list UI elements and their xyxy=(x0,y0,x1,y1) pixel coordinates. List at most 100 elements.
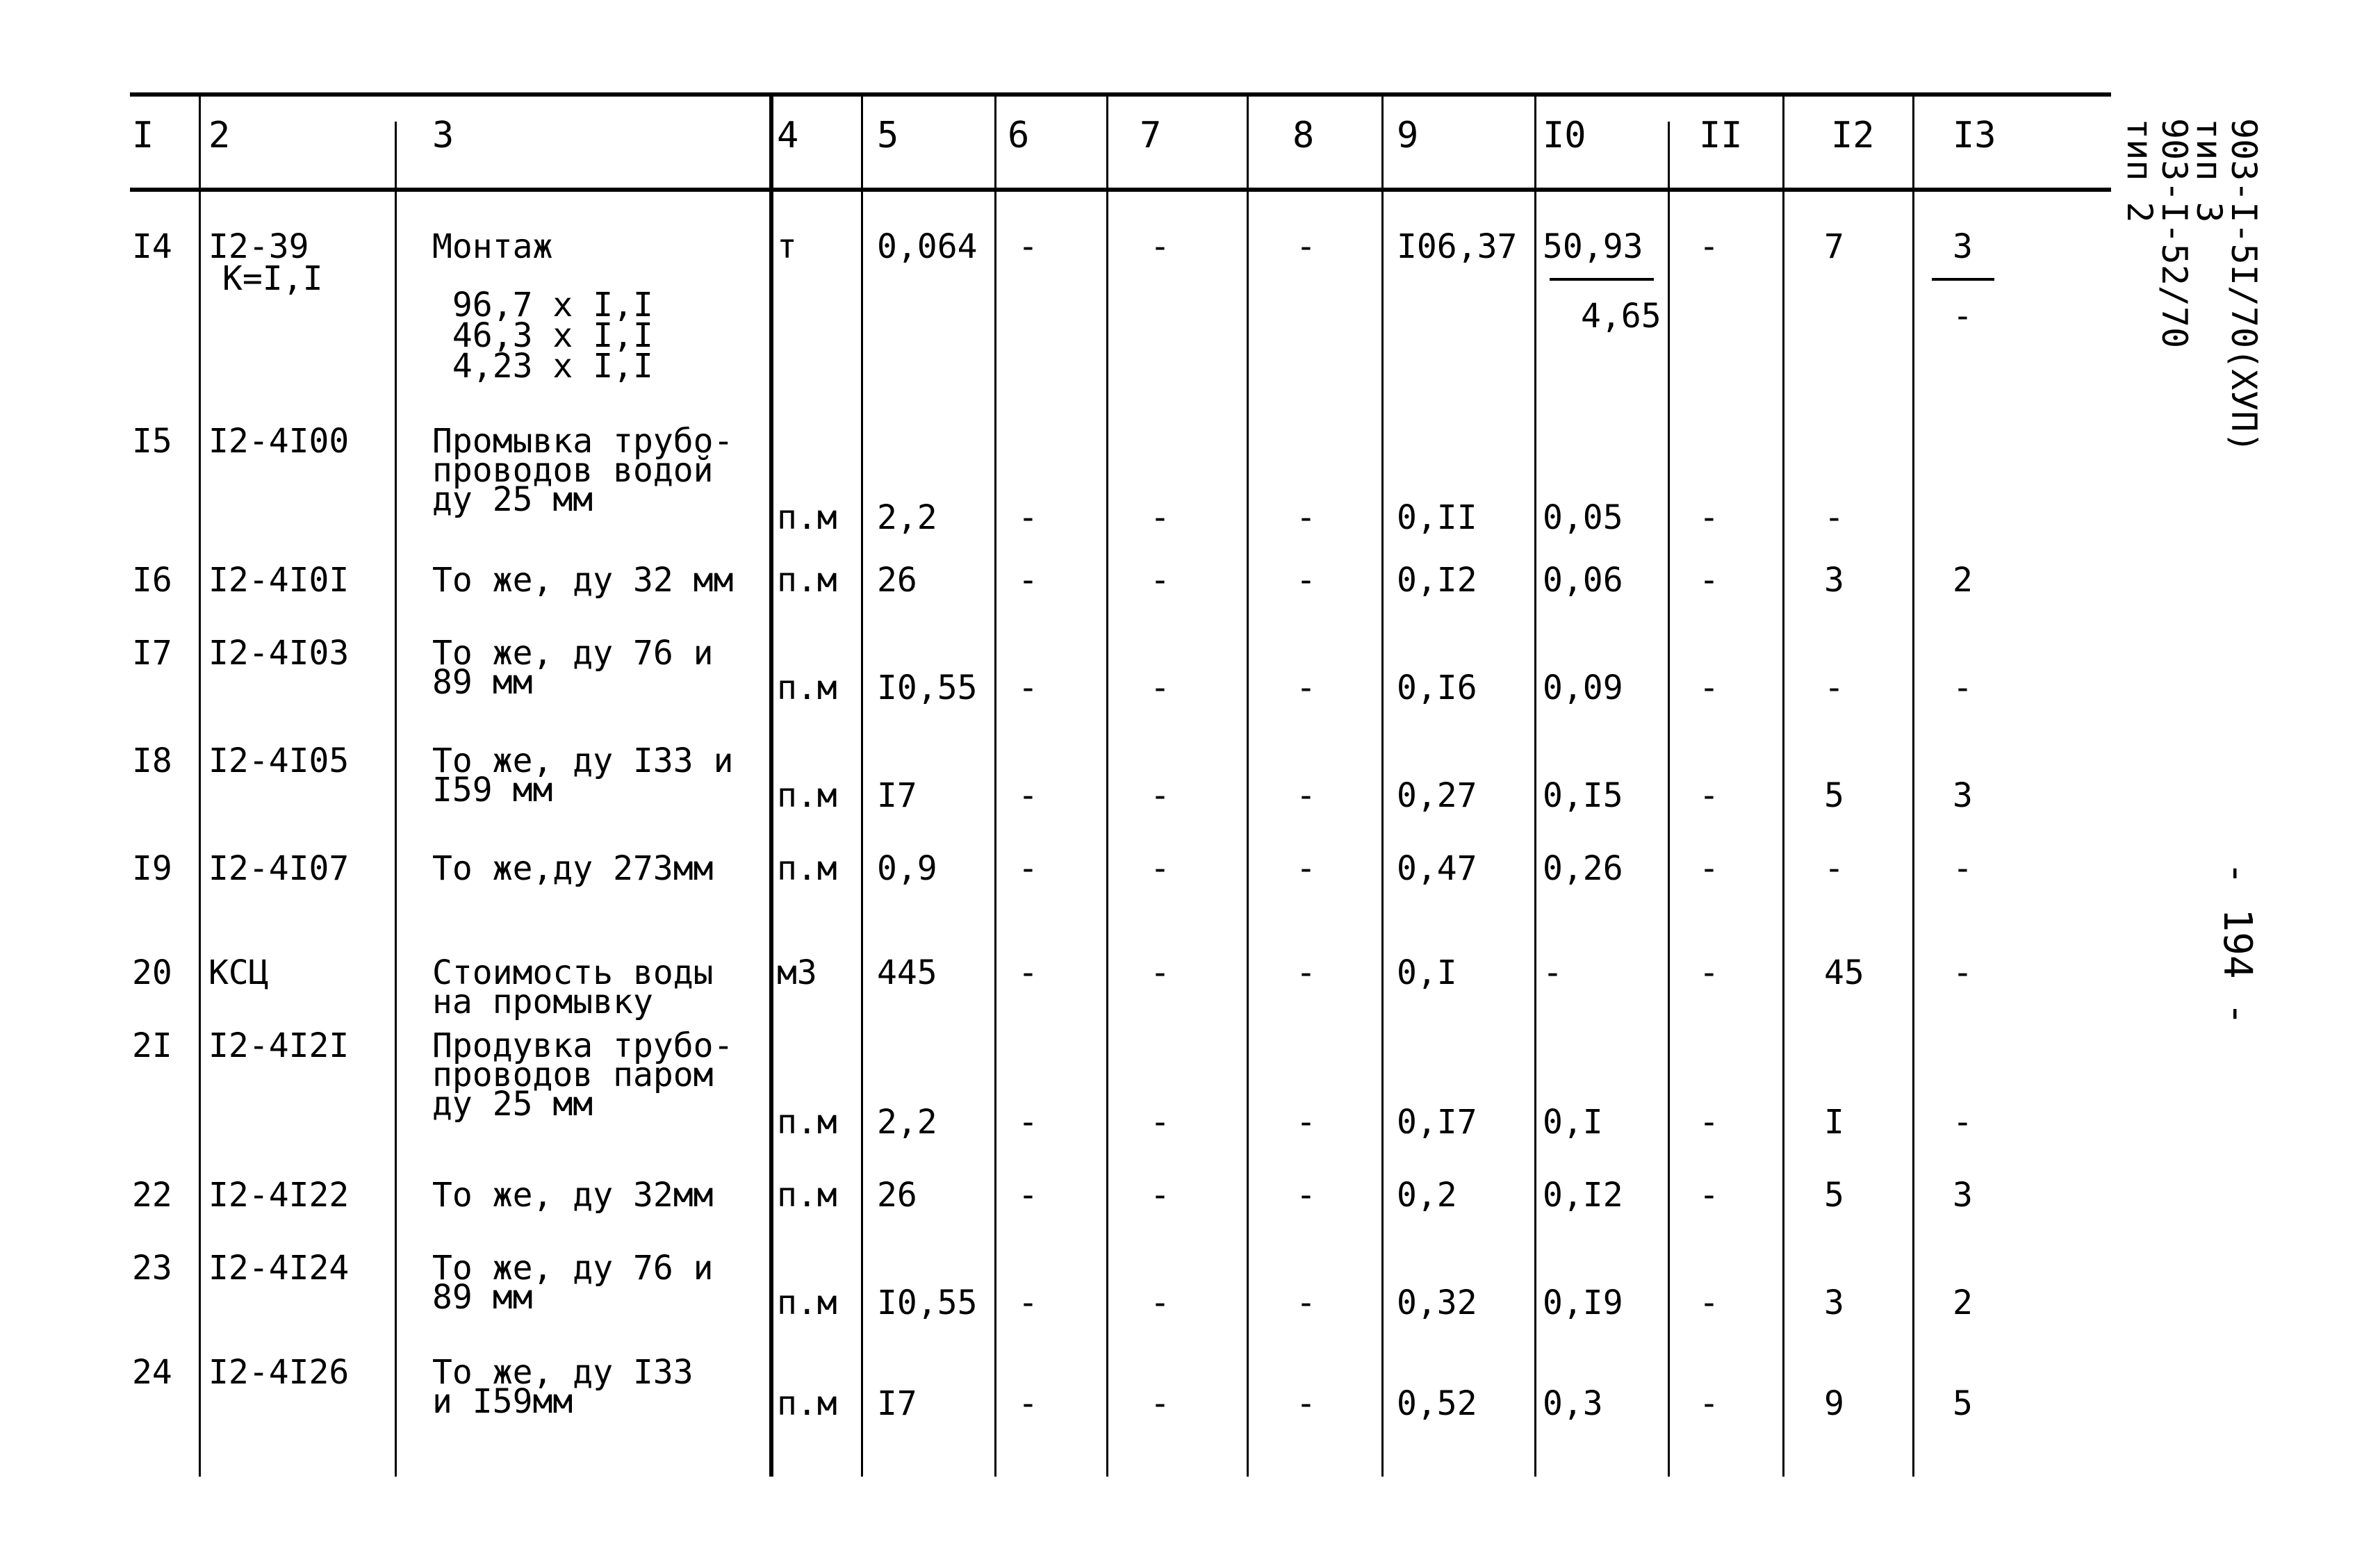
col7-value: - xyxy=(1150,1176,1170,1215)
col12-value: 3 xyxy=(1824,561,1844,600)
col13-value: 3 xyxy=(1953,776,1973,815)
col6-value: - xyxy=(1018,1103,1038,1142)
row-number: I7 xyxy=(132,634,172,673)
rate-code: I2-4I07 xyxy=(208,849,350,888)
col13-value-secondary: - xyxy=(1953,297,1973,336)
quantity: 26 xyxy=(877,1176,917,1215)
col10-value: - xyxy=(1543,953,1563,992)
column-header-1: I xyxy=(132,115,154,156)
row-number: I9 xyxy=(132,849,172,888)
col13-value: 2 xyxy=(1953,1283,1973,1322)
quantity: 26 xyxy=(877,561,917,600)
table-top-rule xyxy=(130,92,2111,97)
column-header-6: 6 xyxy=(1008,115,1030,156)
side-header-line1: 903-I-5I/70(XУП) xyxy=(2224,118,2264,453)
col12-value: - xyxy=(1824,498,1844,537)
rate-code: I2-4I26 xyxy=(208,1353,350,1392)
col9-value: I06,37 xyxy=(1397,227,1518,266)
col6-value: - xyxy=(1018,227,1038,266)
quantity: 2,2 xyxy=(877,498,937,537)
col10-value: 0,I xyxy=(1543,1103,1603,1142)
col9-value: 0,II xyxy=(1397,498,1477,537)
col6-value: - xyxy=(1018,1283,1038,1322)
col9-value: 0,2 xyxy=(1397,1176,1457,1215)
work-description: То же, ду 32 мм xyxy=(432,561,734,600)
column-divider xyxy=(1912,94,1914,1477)
col6-value: - xyxy=(1018,849,1038,888)
unit: п.м xyxy=(777,668,837,707)
unit: м3 xyxy=(777,953,817,992)
col8-value: - xyxy=(1296,1103,1316,1142)
col8-value: - xyxy=(1296,498,1316,537)
quantity: I0,55 xyxy=(877,668,978,707)
col10-value: 0,I9 xyxy=(1543,1283,1623,1322)
col9-value: 0,I7 xyxy=(1397,1103,1477,1142)
col12-value: I xyxy=(1824,1103,1844,1142)
col9-value: 0,52 xyxy=(1397,1384,1477,1423)
col8-value: - xyxy=(1296,776,1316,815)
col8-value: - xyxy=(1296,1384,1316,1423)
col10-value: 0,3 xyxy=(1543,1384,1603,1423)
col9-value: 0,27 xyxy=(1397,776,1477,815)
quantity: I7 xyxy=(877,1384,917,1423)
col10-value: 0,I2 xyxy=(1543,1176,1623,1215)
header-bottom-rule xyxy=(130,188,2111,192)
rate-code: I2-4I00 xyxy=(208,422,350,461)
col9-value: 0,I xyxy=(1397,953,1457,992)
col7-value: - xyxy=(1150,1103,1170,1142)
col11-value: - xyxy=(1699,668,1719,707)
quantity: 0,064 xyxy=(877,227,978,266)
work-description: I59 мм xyxy=(432,771,553,810)
col11-value: - xyxy=(1699,561,1719,600)
column-header-9: 9 xyxy=(1397,115,1419,156)
column-divider xyxy=(1782,94,1784,1477)
col12-value: - xyxy=(1824,849,1844,888)
col12-value: 45 xyxy=(1824,953,1864,992)
work-description: ду 25 мм xyxy=(432,1085,593,1124)
unit: п.м xyxy=(777,498,837,537)
work-description: ду 25 мм xyxy=(432,480,593,519)
column-header-4: 4 xyxy=(777,115,799,156)
work-description: 89 мм xyxy=(432,663,533,702)
side-header-line2: тип 3 xyxy=(2189,118,2229,223)
col11-value: - xyxy=(1699,1384,1719,1423)
unit: т xyxy=(777,227,797,266)
rate-code: I2-4I22 xyxy=(208,1176,350,1215)
col7-value: - xyxy=(1150,776,1170,815)
rate-code: I2-4I24 xyxy=(208,1249,350,1288)
col6-value: - xyxy=(1018,668,1038,707)
side-header-line3: 903-I-52/70 xyxy=(2154,118,2194,349)
col11-value: - xyxy=(1699,1176,1719,1215)
unit: п.м xyxy=(777,1176,837,1215)
fraction-line xyxy=(1550,278,1654,281)
work-description: 89 мм xyxy=(432,1278,533,1317)
row-number: I8 xyxy=(132,741,172,780)
column-header-7: 7 xyxy=(1140,115,1162,156)
col11-value: - xyxy=(1699,498,1719,537)
col10-value: 0,06 xyxy=(1543,561,1623,600)
col10-value: 0,09 xyxy=(1543,668,1623,707)
col13-value: 3 xyxy=(1953,1176,1973,1215)
col13-value: 5 xyxy=(1953,1384,1973,1423)
fraction-line xyxy=(1932,278,1994,281)
column-divider xyxy=(1247,94,1249,1477)
col11-value: - xyxy=(1699,1283,1719,1322)
column-divider xyxy=(1534,94,1536,1477)
col6-value: - xyxy=(1018,776,1038,815)
column-header-3: 3 xyxy=(432,115,454,156)
work-description: То же, ду 32мм xyxy=(432,1176,714,1215)
col6-value: - xyxy=(1018,498,1038,537)
column-header-8: 8 xyxy=(1292,115,1315,156)
col10-value: 0,26 xyxy=(1543,849,1623,888)
col13-value: - xyxy=(1953,953,1973,992)
unit: п.м xyxy=(777,1283,837,1322)
work-description: на промывку xyxy=(432,983,653,1021)
col6-value: - xyxy=(1018,953,1038,992)
col9-value: 0,47 xyxy=(1397,849,1477,888)
col7-value: - xyxy=(1150,953,1170,992)
col7-value: - xyxy=(1150,498,1170,537)
col13-value: 2 xyxy=(1953,561,1973,600)
col10-value: 0,I5 xyxy=(1543,776,1623,815)
rate-code: K=I,I xyxy=(222,259,323,298)
col10-value: 0,05 xyxy=(1543,498,1623,537)
